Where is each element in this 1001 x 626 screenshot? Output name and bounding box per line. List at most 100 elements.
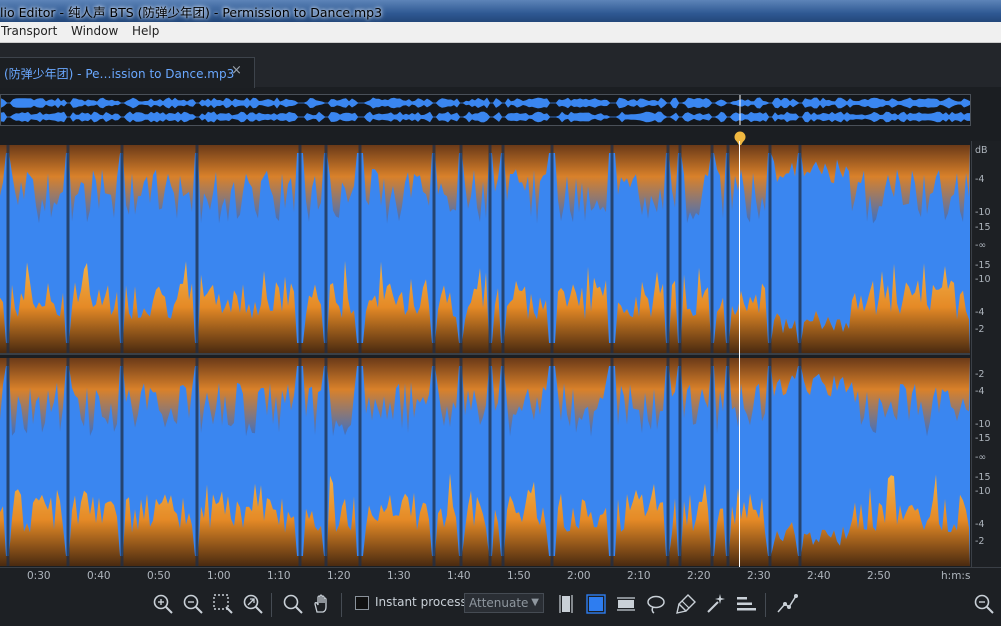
timeline-label: 0:30 <box>27 570 51 582</box>
zoom-out-icon[interactable] <box>972 592 996 616</box>
silence-gap <box>798 358 802 566</box>
silence-gap <box>488 358 492 566</box>
silence-gap <box>710 145 714 353</box>
zoom-fit-icon[interactable] <box>241 592 265 616</box>
file-tab[interactable]: (防弹少年团) - Pe…ission to Dance.mp3 × <box>0 57 255 88</box>
time-selection-icon[interactable] <box>554 592 578 616</box>
zoom-in-icon[interactable] <box>151 592 175 616</box>
bottom-toolbar: Instant process Attenuate ▼ <box>0 587 1001 626</box>
silence-gap <box>550 145 554 353</box>
waveform-overview[interactable] <box>0 94 971 126</box>
silence-gap <box>459 358 463 566</box>
spectrogram-channel-right[interactable] <box>0 358 970 566</box>
silence-gap <box>768 145 772 353</box>
timeline-label: 1:00 <box>207 570 231 582</box>
silence-gap <box>324 358 328 566</box>
db-tick: -4 <box>975 386 985 397</box>
db-tick: -4 <box>975 307 985 318</box>
silence-gap <box>195 145 199 353</box>
brush-icon[interactable] <box>674 592 698 616</box>
mode-dropdown[interactable]: Attenuate ▼ <box>464 593 544 613</box>
db-tick: -2 <box>975 369 985 380</box>
harmonic-selection-icon[interactable] <box>734 592 758 616</box>
frequency-selection-icon[interactable] <box>614 592 638 616</box>
timeline-label: 1:30 <box>387 570 411 582</box>
lasso-icon[interactable] <box>644 592 668 616</box>
silence-gap <box>66 358 70 566</box>
silence-gap <box>66 145 70 353</box>
zoom-selection-icon[interactable] <box>211 592 235 616</box>
timeline-label: 1:50 <box>507 570 531 582</box>
timeline-label: 1:20 <box>327 570 351 582</box>
timeline-label: 2:00 <box>567 570 591 582</box>
silence-gap <box>550 358 554 566</box>
menu-transport[interactable]: Transport <box>1 24 57 38</box>
db-tick: -15 <box>975 260 991 271</box>
silence-gap <box>120 358 124 566</box>
playhead-line[interactable] <box>739 141 740 567</box>
magic-wand-icon[interactable] <box>704 592 728 616</box>
menu-bar: Transport Window Help <box>0 22 1001 43</box>
silence-gap <box>610 358 614 566</box>
silence-gap <box>726 145 730 353</box>
silence-gap <box>6 145 10 353</box>
db-tick: -2 <box>975 324 985 335</box>
silence-gap <box>768 358 772 566</box>
silence-gap <box>358 145 362 353</box>
toolbar-separator <box>765 593 766 617</box>
close-icon[interactable]: × <box>231 63 242 78</box>
db-tick: -15 <box>975 472 991 483</box>
timeline-ruler[interactable]: 0:30 0:40 0:50 1:00 1:10 1:20 1:30 1:40 … <box>0 567 1001 587</box>
db-tick: dB <box>975 145 988 156</box>
silence-gap <box>666 358 670 566</box>
timeline-unit: h:m:s <box>941 570 971 582</box>
instant-process-checkbox[interactable] <box>355 596 369 610</box>
window-title: lio Editor - 纯人声 BTS (防弹少年团) - Permissio… <box>0 5 383 20</box>
channel-divider <box>0 353 970 355</box>
menu-help[interactable]: Help <box>132 24 159 38</box>
db-tick: -15 <box>975 433 991 444</box>
silence-gap <box>488 145 492 353</box>
timeline-label: 0:40 <box>87 570 111 582</box>
timeline-label: 2:40 <box>807 570 831 582</box>
silence-gap <box>610 145 614 353</box>
silence-gap <box>324 145 328 353</box>
db-tick: -4 <box>975 519 985 530</box>
db-tick: -10 <box>975 274 991 285</box>
silence-gap <box>120 145 124 353</box>
silence-gap <box>298 358 302 566</box>
silence-gap <box>798 145 802 353</box>
timeline-label: 2:20 <box>687 570 711 582</box>
timeline-label: 2:30 <box>747 570 771 582</box>
silence-gap <box>678 145 682 353</box>
silence-gap <box>710 358 714 566</box>
timeline-label: 0:50 <box>147 570 171 582</box>
time-frequency-selection-icon[interactable] <box>584 592 608 616</box>
menu-window[interactable]: Window <box>71 24 118 38</box>
silence-gap <box>432 145 436 353</box>
silence-gap <box>358 358 362 566</box>
toolbar-separator <box>271 593 272 617</box>
hand-tool-icon[interactable] <box>310 592 334 616</box>
db-tick: -∞ <box>975 240 987 251</box>
envelope-tool-icon[interactable] <box>775 592 799 616</box>
timeline-label: 2:10 <box>627 570 651 582</box>
silence-gap <box>666 145 670 353</box>
db-tick: -10 <box>975 207 991 218</box>
timeline-label: 1:10 <box>267 570 291 582</box>
silence-gap <box>501 145 505 353</box>
silence-gap <box>459 145 463 353</box>
window-titlebar: lio Editor - 纯人声 BTS (防弹少年团) - Permissio… <box>0 0 1001 22</box>
silence-gap <box>678 358 682 566</box>
magnify-icon[interactable] <box>281 592 305 616</box>
db-tick: -10 <box>975 486 991 497</box>
zoom-out-icon[interactable] <box>181 592 205 616</box>
silence-gap <box>432 358 436 566</box>
silence-gap <box>6 358 10 566</box>
spectrogram-channel-left[interactable] <box>0 145 970 353</box>
silence-gap <box>195 358 199 566</box>
file-tab-bar: (防弹少年团) - Pe…ission to Dance.mp3 × <box>0 43 1001 88</box>
timeline-label: 1:40 <box>447 570 471 582</box>
mode-dropdown-value: Attenuate <box>469 596 529 610</box>
file-tab-label: (防弹少年团) - Pe…ission to Dance.mp3 <box>4 67 235 81</box>
